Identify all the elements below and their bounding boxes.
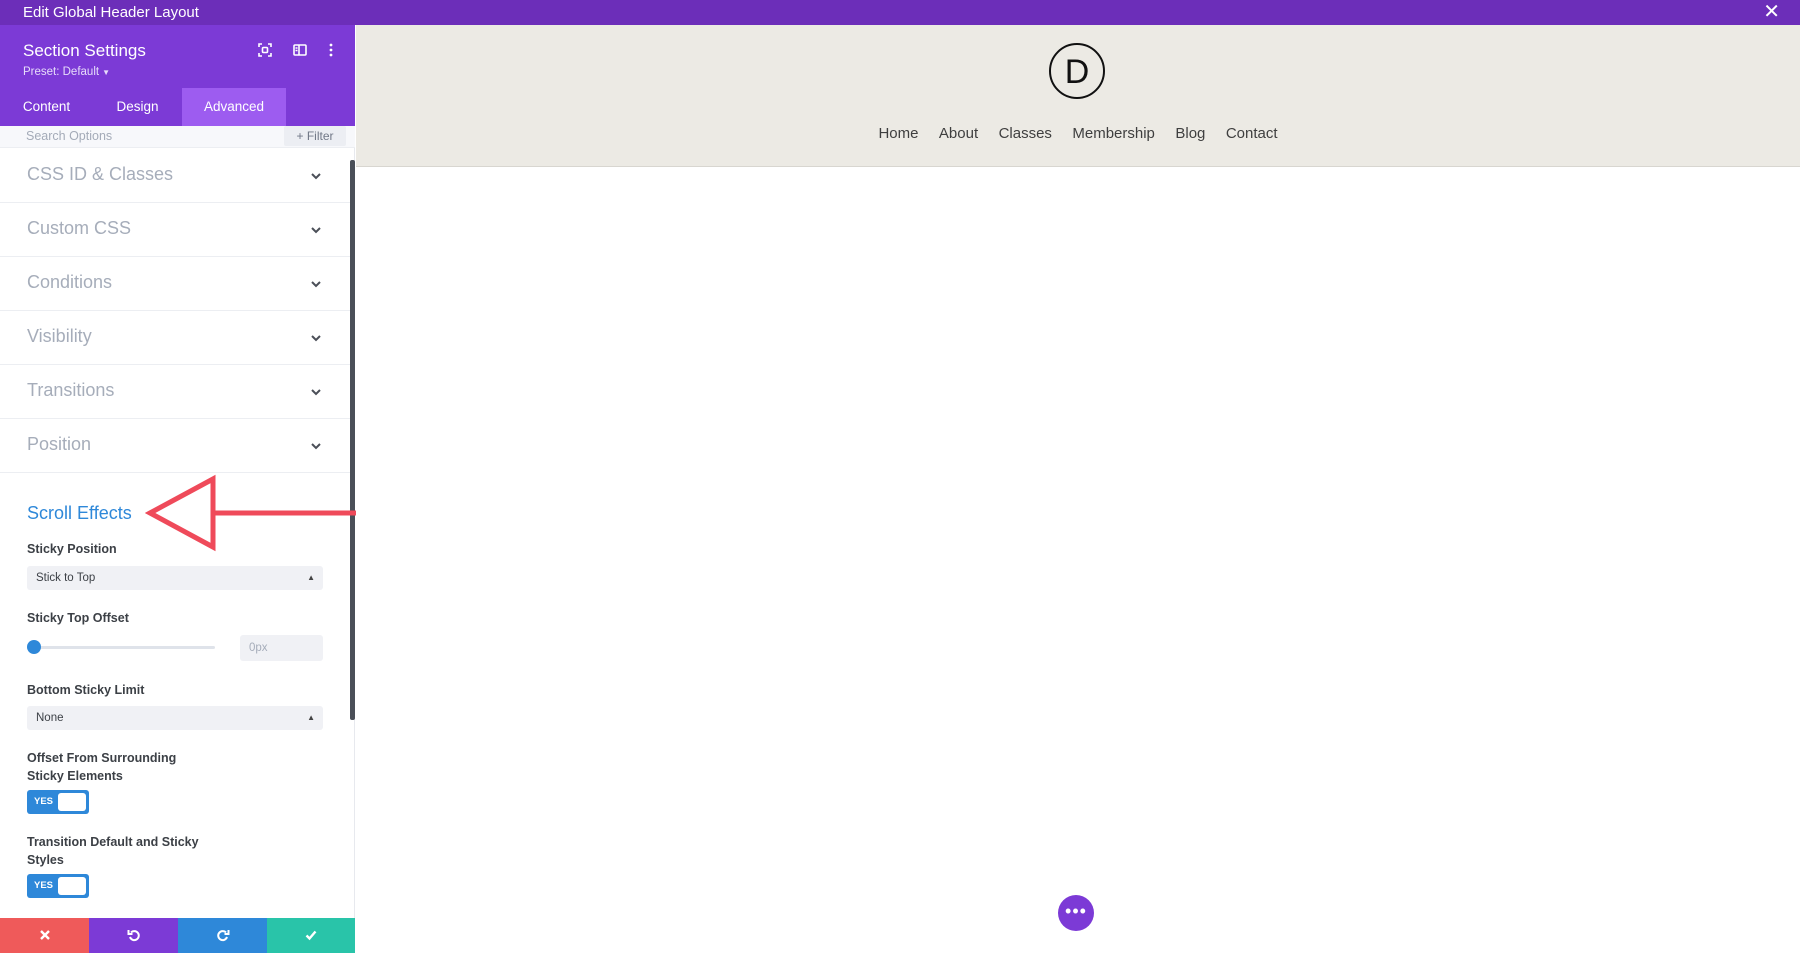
tab-content[interactable]: Content bbox=[0, 88, 93, 126]
offset-surrounding-toggle[interactable]: YES bbox=[27, 790, 89, 814]
redo-button[interactable] bbox=[178, 918, 267, 953]
transition-sticky-label-line2: Styles bbox=[27, 853, 64, 867]
search-options-input[interactable] bbox=[26, 129, 226, 143]
chevron-down-icon bbox=[308, 276, 324, 292]
accordion-scroll-effects[interactable]: Scroll Effects bbox=[27, 503, 132, 524]
chevron-down-icon bbox=[308, 168, 324, 184]
settings-tabs: Content Design Advanced bbox=[0, 88, 355, 126]
ellipsis-icon: ••• bbox=[1065, 901, 1087, 921]
editor-title: Edit Global Header Layout bbox=[23, 4, 199, 21]
bottom-sticky-limit-select[interactable]: None ▲ bbox=[27, 706, 323, 730]
discard-button[interactable] bbox=[0, 918, 89, 953]
split-view-icon[interactable] bbox=[292, 42, 308, 58]
checkmark-icon bbox=[305, 930, 317, 941]
more-actions-button[interactable]: ••• bbox=[1058, 895, 1094, 931]
slider-handle[interactable] bbox=[27, 640, 41, 654]
accordion-css-id-classes[interactable]: CSS ID & Classes bbox=[0, 149, 350, 203]
undo-button[interactable] bbox=[89, 918, 178, 953]
filter-button[interactable]: + Filter bbox=[284, 126, 346, 146]
accordion-label: Custom CSS bbox=[27, 218, 132, 238]
preset-selector[interactable]: Preset: Default ▼ bbox=[23, 66, 110, 78]
nav-link-home[interactable]: Home bbox=[878, 125, 918, 142]
tab-advanced[interactable]: Advanced bbox=[182, 88, 286, 126]
accordion-transitions[interactable]: Transitions bbox=[0, 365, 350, 419]
sticky-position-value: Stick to Top bbox=[36, 572, 96, 584]
chevron-down-icon bbox=[308, 330, 324, 346]
nav-link-membership[interactable]: Membership bbox=[1072, 125, 1155, 142]
close-icon bbox=[39, 930, 50, 940]
redo-icon bbox=[216, 930, 229, 942]
tab-design[interactable]: Design bbox=[93, 88, 182, 126]
sticky-top-offset-slider[interactable] bbox=[33, 646, 215, 649]
toggle-yes-label: YES bbox=[34, 796, 54, 807]
toggle-knob bbox=[58, 793, 86, 811]
accordion-label: CSS ID & Classes bbox=[27, 164, 174, 184]
panel-scrollbar[interactable] bbox=[350, 160, 355, 720]
offset-surrounding-label: Offset From Surrounding bbox=[27, 751, 177, 765]
chevron-down-icon bbox=[308, 438, 324, 454]
caret-down-icon: ▼ bbox=[102, 68, 110, 77]
accordion-label: Position bbox=[27, 434, 92, 454]
nav-link-classes[interactable]: Classes bbox=[999, 125, 1052, 142]
toggle-knob bbox=[58, 877, 86, 895]
accordion-custom-css[interactable]: Custom CSS bbox=[0, 203, 350, 257]
site-nav: Home About Classes Membership Blog Conta… bbox=[356, 125, 1800, 143]
bottom-sticky-limit-label: Bottom Sticky Limit bbox=[27, 683, 145, 697]
more-options-icon[interactable] bbox=[323, 42, 339, 58]
offset-surrounding-label-line2: Sticky Elements bbox=[27, 769, 123, 783]
accordion-conditions[interactable]: Conditions bbox=[0, 257, 350, 311]
annotation-arrow bbox=[145, 474, 375, 552]
page-preview: D Home About Classes Membership Blog Con… bbox=[356, 25, 1800, 953]
nav-link-blog[interactable]: Blog bbox=[1175, 125, 1205, 142]
sticky-top-offset-label: Sticky Top Offset bbox=[27, 611, 129, 625]
sticky-top-offset-input[interactable] bbox=[240, 635, 323, 661]
chevron-down-icon bbox=[308, 222, 324, 238]
select-arrows-icon: ▲ bbox=[307, 713, 315, 722]
editor-topbar: Edit Global Header Layout ✕ bbox=[0, 0, 1800, 25]
panel-header: Section Settings Preset: Default ▼ bbox=[0, 25, 355, 88]
transition-sticky-toggle[interactable]: YES bbox=[27, 874, 89, 898]
select-arrows-icon: ▲ bbox=[307, 573, 315, 582]
accordion-label: Visibility bbox=[27, 326, 92, 346]
close-icon[interactable]: ✕ bbox=[1763, 1, 1780, 23]
search-options-row: + Filter bbox=[0, 126, 355, 148]
site-logo[interactable]: D bbox=[1049, 43, 1105, 99]
toggle-yes-label: YES bbox=[34, 880, 54, 891]
accordion-label: Transitions bbox=[27, 380, 115, 400]
save-button[interactable] bbox=[267, 918, 355, 953]
accordion-visibility[interactable]: Visibility bbox=[0, 311, 350, 365]
undo-icon bbox=[127, 930, 140, 942]
nav-link-contact[interactable]: Contact bbox=[1226, 125, 1278, 142]
panel-action-bar bbox=[0, 918, 355, 953]
sticky-position-label: Sticky Position bbox=[27, 542, 117, 556]
chevron-down-icon bbox=[308, 384, 324, 400]
accordion-label: Conditions bbox=[27, 272, 113, 292]
nav-link-about[interactable]: About bbox=[939, 125, 978, 142]
preset-label: Preset: Default bbox=[23, 66, 100, 78]
bottom-sticky-limit-value: None bbox=[36, 712, 64, 724]
accordion-position[interactable]: Position bbox=[0, 419, 350, 473]
site-header: D Home About Classes Membership Blog Con… bbox=[356, 25, 1800, 167]
sticky-position-select[interactable]: Stick to Top ▲ bbox=[27, 566, 323, 590]
panel-title: Section Settings bbox=[23, 41, 146, 60]
fullscreen-icon[interactable] bbox=[257, 42, 273, 58]
transition-sticky-label: Transition Default and Sticky bbox=[27, 835, 199, 849]
